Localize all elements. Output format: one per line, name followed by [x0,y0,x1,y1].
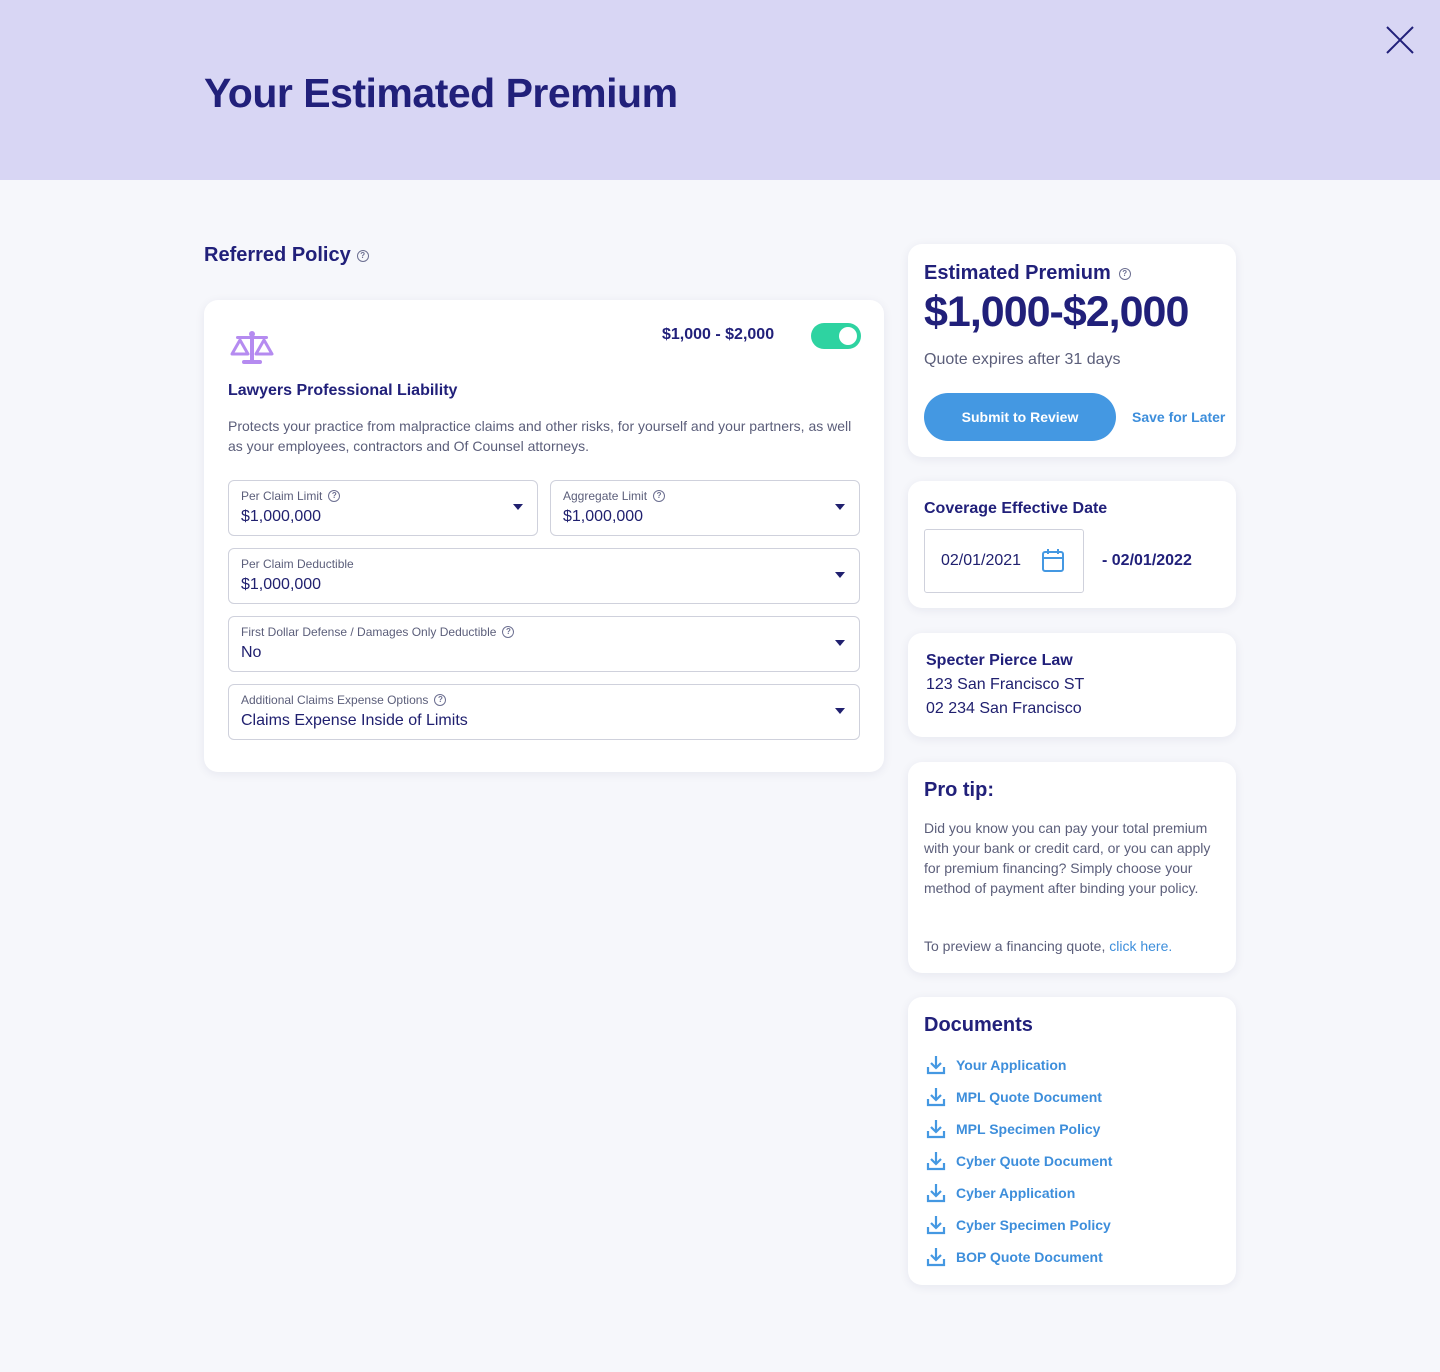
start-date-input[interactable]: 02/01/2021 [924,529,1084,593]
download-icon [926,1088,946,1107]
download-icon [926,1152,946,1171]
financing-preview-prefix: To preview a financing quote, [924,938,1110,954]
page-title: Your Estimated Premium [204,70,678,116]
submit-to-review-button[interactable]: Submit to Review [924,393,1116,441]
document-link[interactable]: BOP Quote Document [926,1246,1103,1268]
document-label: MPL Specimen Policy [956,1121,1101,1137]
field-label: Aggregate Limit [563,489,648,503]
address-line-1: 123 San Francisco ST [926,676,1085,693]
document-label: Cyber Application [956,1185,1076,1201]
toggle-knob [839,327,857,345]
help-icon[interactable]: ? [328,490,341,502]
premium-value: $1,000-$2,000 [924,288,1189,336]
address-line-2: 02 234 San Francisco [926,700,1082,717]
document-link[interactable]: Cyber Application [926,1182,1075,1204]
pro-tip-body: Did you know you can pay your total prem… [924,820,1211,896]
pro-tip-card: Pro tip: Did you know you can pay your t… [908,762,1236,973]
estimated-premium-card: Estimated Premium ? $1,000-$2,000 Quote … [908,244,1236,457]
help-icon[interactable]: ? [502,626,515,638]
download-icon [926,1120,946,1139]
scale-icon [230,331,274,364]
document-label: Your Application [956,1057,1067,1073]
pro-tip-title: Pro tip: [924,779,994,801]
premium-title: Estimated Premium [924,262,1111,284]
help-icon[interactable]: ? [356,249,369,262]
document-label: Cyber Specimen Policy [956,1217,1111,1233]
close-icon[interactable] [1384,24,1416,56]
end-date: - 02/01/2022 [1102,552,1192,569]
caret-down-icon [835,640,845,646]
policy-card: $1,000 - $2,000 Lawyers Professional Lia… [204,300,884,772]
document-label: MPL Quote Document [956,1089,1102,1105]
field-value: $1,000,000 [563,508,644,525]
field-value: No [241,644,262,661]
caret-down-icon [835,572,845,578]
field-value: $1,000,000 [241,576,322,593]
field-label: Per Claim Deductible [241,557,354,571]
coverage-date-card: Coverage Effective Date 02/01/2021 - 02/… [908,481,1236,608]
quote-expires-text: Quote expires after 31 days [924,351,1121,368]
document-link[interactable]: Cyber Quote Document [926,1150,1112,1172]
document-link[interactable]: Your Application [926,1054,1066,1076]
calendar-icon[interactable] [1042,548,1064,572]
download-icon [926,1248,946,1267]
download-icon [926,1216,946,1235]
document-link[interactable]: MPL Specimen Policy [926,1118,1100,1140]
per-claim-deductible-select[interactable]: Per Claim Deductible $1,000,000 [228,548,860,604]
policy-description: Protects your practice from malpractice … [228,418,852,454]
field-label: Per Claim Limit [241,489,323,503]
documents-title: Documents [924,1014,1033,1036]
per-claim-limit-select[interactable]: Per Claim Limit? $1,000,000 [228,480,538,536]
aggregate-limit-select[interactable]: Aggregate Limit? $1,000,000 [550,480,860,536]
first-dollar-defense-select[interactable]: First Dollar Defense / Damages Only Dedu… [228,616,860,672]
save-for-later-link[interactable]: Save for Later [1132,409,1225,425]
financing-click-here-link[interactable]: click here. [1109,938,1172,954]
document-link[interactable]: MPL Quote Document [926,1086,1102,1108]
caret-down-icon [513,504,523,510]
field-label: First Dollar Defense / Damages Only Dedu… [241,625,497,639]
referred-policy-title: Referred Policy [204,244,351,266]
firm-name: Specter Pierce Law [926,652,1073,669]
start-date-value: 02/01/2021 [941,552,1022,569]
document-label: Cyber Quote Document [956,1153,1113,1169]
documents-card: Documents Your Application MPL Quote Docu… [908,997,1236,1285]
referred-policy-heading: Referred Policy ? [204,244,369,267]
caret-down-icon [835,504,845,510]
help-icon[interactable]: ? [1118,267,1131,280]
coverage-date-title: Coverage Effective Date [924,500,1108,517]
caret-down-icon [835,708,845,714]
help-icon[interactable]: ? [653,490,666,502]
claims-expense-options-select[interactable]: Additional Claims Expense Options? Claim… [228,684,860,740]
address-card: Specter Pierce Law 123 San Francisco ST … [908,633,1236,737]
financing-preview-text: To preview a financing quote, click here… [924,938,1172,954]
document-link[interactable]: Cyber Specimen Policy [926,1214,1111,1236]
field-value: $1,000,000 [241,508,322,525]
policy-name: Lawyers Professional Liability [228,382,458,399]
header-banner: Your Estimated Premium [0,0,1440,180]
download-icon [926,1184,946,1203]
download-icon [926,1056,946,1075]
document-label: BOP Quote Document [956,1249,1103,1265]
field-label: Additional Claims Expense Options [241,693,429,707]
policy-toggle[interactable] [811,323,861,349]
help-icon[interactable]: ? [434,694,447,706]
policy-price-range: $1,000 - $2,000 [662,326,775,343]
field-value: Claims Expense Inside of Limits [241,712,468,729]
